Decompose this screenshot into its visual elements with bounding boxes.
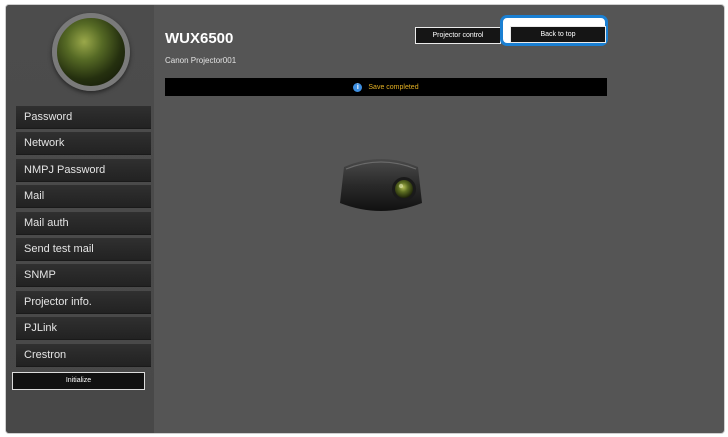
initialize-button[interactable]: Initialize bbox=[12, 372, 145, 390]
info-icon: i bbox=[353, 82, 363, 92]
sidebar-item-network[interactable]: Network bbox=[16, 132, 151, 156]
projector-control-button[interactable]: Projector control bbox=[415, 27, 501, 44]
sidebar-menu: Password Network NMPJ Password Mail Mail… bbox=[16, 106, 151, 370]
status-message: Save completed bbox=[368, 83, 419, 91]
sidebar: Password Network NMPJ Password Mail Mail… bbox=[6, 5, 154, 433]
sidebar-item-mail-auth[interactable]: Mail auth bbox=[16, 211, 151, 235]
projector-name: Canon Projector001 bbox=[165, 56, 237, 65]
sidebar-item-password[interactable]: Password bbox=[16, 106, 151, 129]
web-ui-frame: Password Network NMPJ Password Mail Mail… bbox=[5, 4, 725, 434]
sidebar-item-nmpj-password[interactable]: NMPJ Password bbox=[16, 158, 151, 182]
sidebar-item-crestron[interactable]: Crestron bbox=[16, 343, 151, 367]
sidebar-item-snmp[interactable]: SNMP bbox=[16, 264, 151, 288]
sidebar-item-mail[interactable]: Mail bbox=[16, 185, 151, 209]
lens-logo-icon bbox=[52, 13, 130, 91]
sidebar-item-send-test-mail[interactable]: Send test mail bbox=[16, 237, 151, 261]
back-to-top-button[interactable]: Back to top bbox=[510, 26, 606, 43]
status-bar: i Save completed bbox=[165, 78, 607, 96]
sidebar-item-projector-info[interactable]: Projector info. bbox=[16, 290, 151, 314]
sidebar-item-pjlink[interactable]: PJLink bbox=[16, 317, 151, 341]
page-title: WUX6500 bbox=[165, 30, 234, 47]
projector-image bbox=[340, 159, 422, 211]
